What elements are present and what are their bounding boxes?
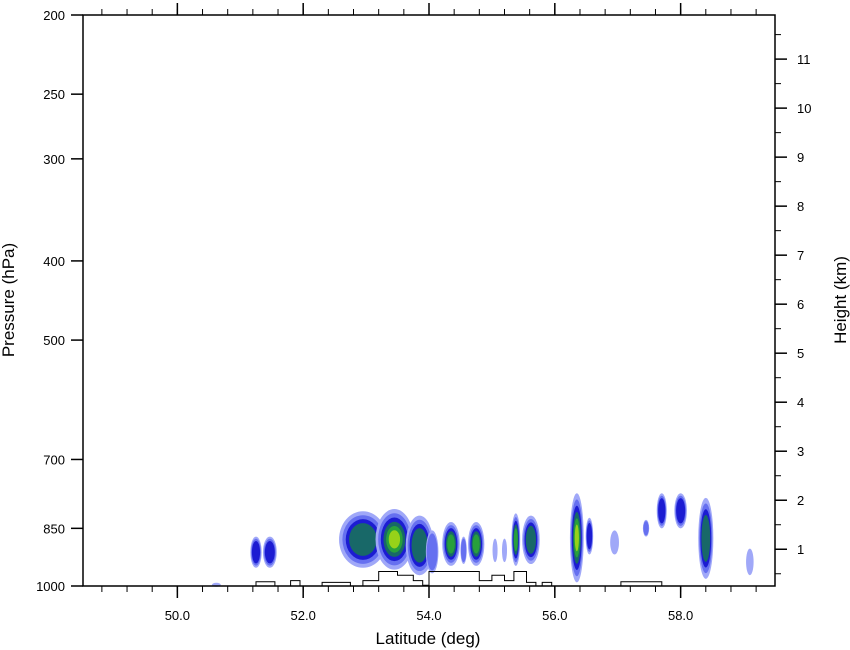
y-axis-title-left: Pressure (hPa) [0, 243, 18, 357]
contour-cell-6-level-1 [426, 533, 438, 571]
y-left-tick-label: 250 [43, 87, 65, 102]
y-right-tick-label: 8 [797, 199, 804, 214]
y-right-tick-label: 10 [797, 101, 811, 116]
plot-frame [82, 14, 776, 587]
y-right-tick-label: 2 [797, 493, 804, 508]
contour-fill [211, 493, 754, 587]
contour-cell-1-level-2 [251, 540, 261, 564]
contour-cell-17-level-1 [643, 521, 649, 536]
contour-cell-4-level-5 [388, 530, 401, 549]
contour-cell-18-level-2 [658, 498, 666, 524]
y-axis-title-right: Height (km) [831, 256, 850, 344]
contour-cell-2-level-2 [264, 540, 275, 564]
x-tick-label: 56.0 [542, 608, 567, 623]
contour-cell-3-level-3 [349, 523, 377, 556]
contour-cell-9-level-4 [472, 534, 480, 554]
contour-cell-8-level-1 [460, 538, 467, 563]
contour-cell-20-level-3 [701, 514, 711, 562]
y-right-tick-label: 1 [797, 542, 804, 557]
y-right-tick-label: 3 [797, 444, 804, 459]
contour-cell-15-level-2 [586, 522, 593, 550]
chart: 50.0 52.0 54.0 56.0 58.0 1000 850 700 500 400 300 2… [0, 3, 850, 648]
y-left-tick-label: 1000 [36, 579, 65, 594]
y-right-tick-label: 7 [797, 248, 804, 263]
contour-cell-5-level-3 [411, 528, 428, 563]
x-tick-label: 58.0 [668, 608, 693, 623]
y-right-tick-label: 11 [797, 52, 811, 67]
terrain-outline [255, 571, 663, 587]
y-left-tick-label: 700 [43, 452, 65, 467]
contour-cell-19-level-2 [676, 498, 686, 524]
contour-cell-13-level-3 [525, 525, 537, 554]
contour-cell-14-level-5 [574, 524, 579, 552]
y-left-tick-label: 300 [43, 152, 65, 167]
x-tick-label: 54.0 [416, 608, 441, 623]
y-left-tick-label: 850 [43, 521, 65, 536]
y-right-tick-label: 9 [797, 150, 804, 165]
y-right-tick-label: 4 [797, 395, 804, 410]
x-tick-label: 52.0 [291, 608, 316, 623]
y-left-tick-label: 400 [43, 254, 65, 269]
x-axis-title: Latitude (deg) [376, 629, 481, 648]
x-tick-label: 50.0 [165, 608, 190, 623]
contour-cell-11-level-0 [501, 538, 508, 563]
contour-cell-16-level-0 [610, 530, 619, 555]
y-right-tick-label: 5 [797, 346, 804, 361]
y-left-tick-label: 500 [43, 333, 65, 348]
y-right-tick-label: 6 [797, 297, 804, 312]
contour-cell-21-level-0 [746, 548, 754, 576]
contour-cell-7-level-4 [447, 534, 455, 554]
contour-cell-10-level-0 [492, 538, 498, 563]
y-left-tick-label: 200 [43, 8, 65, 23]
contour-cell-12-level-4 [513, 528, 518, 552]
